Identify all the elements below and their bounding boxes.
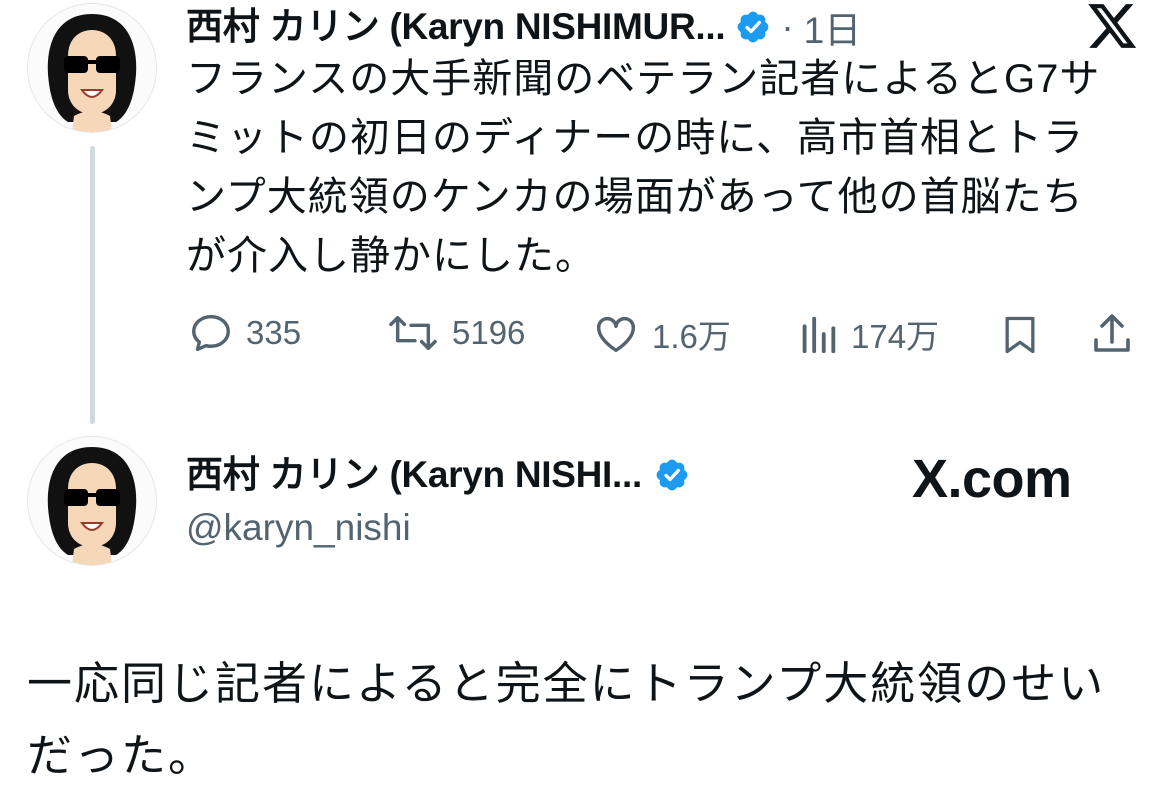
site-label: X.com [912, 449, 1072, 509]
verified-badge-icon [737, 11, 769, 43]
share-button[interactable] [1088, 310, 1136, 363]
views-count: 174万 [851, 318, 940, 355]
thread-line [90, 146, 95, 424]
card-avatar[interactable] [27, 436, 157, 566]
avatar[interactable] [27, 3, 157, 133]
heart-icon [597, 316, 635, 353]
card-header: 西村 カリン (Karyn NISHI... [186, 453, 690, 497]
repost-button[interactable]: 5196 [386, 310, 525, 356]
like-button[interactable]: 1.6万 [592, 310, 731, 358]
display-name[interactable]: 西村 カリン (Karyn NISHIMUR... [186, 5, 726, 49]
views-button[interactable]: 174万 [797, 310, 939, 358]
like-count: 1.6万 [652, 318, 731, 355]
reply-text-line: 一応同じ記者によると完全にトランプ大統領のせい [27, 658, 1106, 709]
share-icon [1094, 314, 1130, 352]
repost-icon [389, 315, 437, 351]
x-logo-icon [1088, 4, 1138, 55]
views-icon [802, 316, 836, 354]
reply-button[interactable]: 335 [188, 310, 301, 356]
tweet-text-line: ミットの初日のディナーの時に、高市首相とトラ [186, 116, 1084, 160]
avatar-illustration [47, 14, 137, 132]
repost-count: 5196 [452, 314, 526, 351]
bookmark-icon [1005, 316, 1035, 354]
tweet-text: フランスの大手新聞のベテラン記者によるとG7サ ミットの初日のディナーの時に、高… [186, 50, 1146, 286]
avatar-illustration [47, 447, 137, 565]
tweet-text-line: ンプ大統領のケンカの場面があって他の首脳たち [186, 175, 1084, 219]
card-display-name[interactable]: 西村 カリン (Karyn NISHI... [186, 453, 642, 497]
tweet-header: 西村 カリン (Karyn NISHIMUR... · 1日 [186, 0, 861, 54]
reply-text-line: だった。 [27, 730, 216, 781]
tweet-text-line: フランスの大手新聞のベテラン記者によるとG7サ [186, 57, 1101, 101]
tweet-text-line: が介入し静かにした。 [186, 234, 596, 278]
timestamp[interactable]: 1日 [804, 0, 862, 54]
verified-badge-icon [656, 459, 688, 491]
handle[interactable]: @karyn_nishi [186, 507, 411, 549]
reply-icon [192, 314, 230, 352]
bookmark-button[interactable] [998, 312, 1042, 363]
reply-count: 335 [246, 314, 302, 351]
reply-text: 一応同じ記者によると完全にトランプ大統領のせい だった。 [27, 648, 1147, 792]
separator-dot: · [781, 6, 794, 47]
